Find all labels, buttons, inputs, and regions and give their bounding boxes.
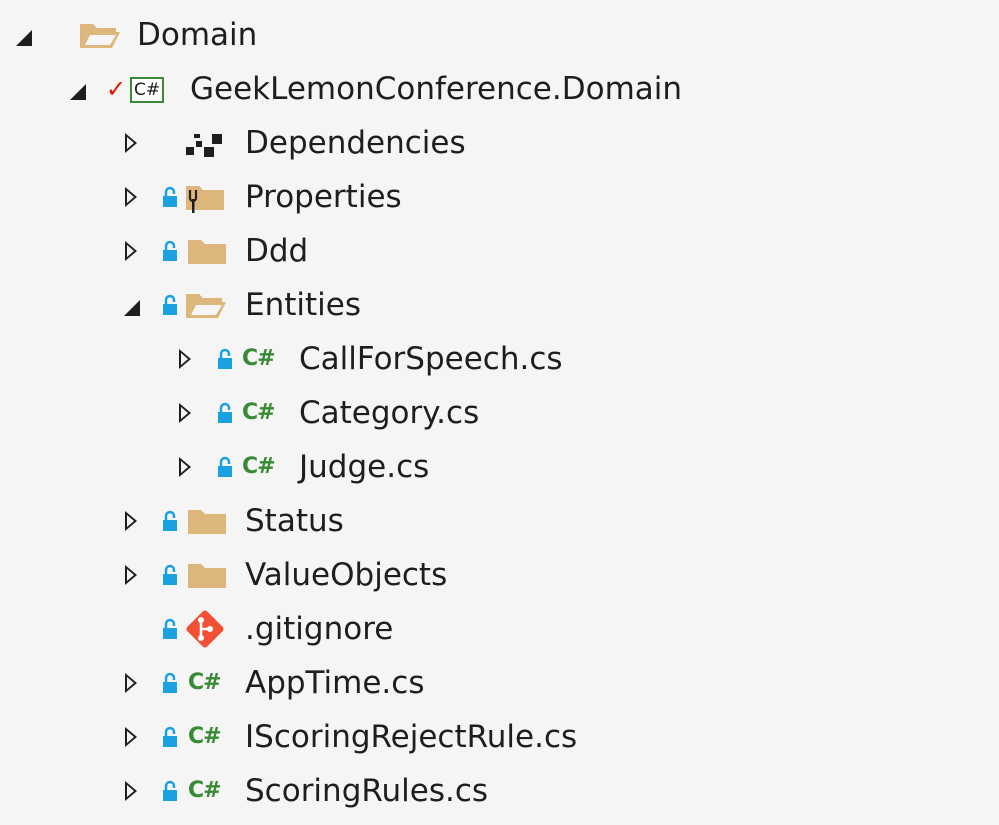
tree-row-callforspeech[interactable]: C# CallForSpeech.cs xyxy=(0,332,999,386)
tree-row-category[interactable]: C# Category.cs xyxy=(0,386,999,440)
csharp-file-icon: C# xyxy=(242,346,276,371)
lock-icon xyxy=(162,564,178,586)
csharp-file-icon: C# xyxy=(242,454,276,479)
lock-icon xyxy=(162,294,178,316)
csharp-file-icon: C# xyxy=(188,670,222,695)
tree-item-label: ValueObjects xyxy=(245,557,448,593)
triangle-collapsed-icon[interactable] xyxy=(125,133,137,153)
tree-row-apptime[interactable]: C# AppTime.cs xyxy=(0,656,999,710)
lock-icon xyxy=(162,186,178,208)
triangle-collapsed-icon[interactable] xyxy=(125,727,137,747)
csharp-project-icon: C# xyxy=(130,77,165,103)
tree-row-ddd[interactable]: Ddd xyxy=(0,224,999,278)
tree-row-properties[interactable]: Properties xyxy=(0,170,999,224)
tree-item-label: Judge.cs xyxy=(299,449,430,485)
triangle-collapsed-icon[interactable] xyxy=(125,187,137,207)
folder-open-icon xyxy=(184,290,228,328)
tree-row-judge[interactable]: C# Judge.cs xyxy=(0,440,999,494)
tree-item-label: ScoringRules.cs xyxy=(245,773,489,809)
triangle-collapsed-icon[interactable] xyxy=(125,673,137,693)
triangle-collapsed-icon[interactable] xyxy=(125,565,137,585)
tree-item-label: Category.cs xyxy=(299,395,480,431)
lock-icon xyxy=(162,510,178,532)
lock-icon xyxy=(162,780,178,802)
triangle-expanded-icon[interactable] xyxy=(124,300,140,316)
tree-row-status[interactable]: Status xyxy=(0,494,999,548)
dependencies-icon xyxy=(184,130,228,166)
tree-item-label: Domain xyxy=(137,17,258,53)
triangle-collapsed-icon[interactable] xyxy=(179,349,191,369)
tree-item-label: Ddd xyxy=(245,233,309,269)
tree-item-label: CallForSpeech.cs xyxy=(299,341,563,377)
lock-icon xyxy=(162,672,178,694)
folder-icon xyxy=(186,560,228,600)
checkmark-icon: ✓ xyxy=(106,75,127,103)
solution-explorer-tree: Domain ✓ C# GeekLemonConference.Domain D… xyxy=(0,0,999,825)
folder-icon xyxy=(186,506,228,546)
tree-row-scoringrules[interactable]: C# ScoringRules.cs xyxy=(0,764,999,818)
tree-item-label: Properties xyxy=(245,179,402,215)
tree-item-label: Entities xyxy=(245,287,361,323)
triangle-collapsed-icon[interactable] xyxy=(125,781,137,801)
csharp-file-icon: C# xyxy=(242,400,276,425)
csharp-file-icon: C# xyxy=(188,724,222,749)
tree-item-label: AppTime.cs xyxy=(245,665,425,701)
tree-item-label: GeekLemonConference.Domain xyxy=(190,71,683,107)
tree-item-label: Dependencies xyxy=(245,125,466,161)
lock-icon xyxy=(162,240,178,262)
git-icon xyxy=(184,608,226,658)
tree-row-entities[interactable]: Entities xyxy=(0,278,999,332)
lock-icon xyxy=(217,402,233,424)
triangle-collapsed-icon[interactable] xyxy=(179,457,191,477)
triangle-collapsed-icon[interactable] xyxy=(125,511,137,531)
folder-open-icon xyxy=(78,20,122,58)
triangle-expanded-icon[interactable] xyxy=(16,30,32,46)
lock-icon xyxy=(162,726,178,748)
triangle-collapsed-icon[interactable] xyxy=(125,241,137,261)
tree-item-label: IScoringRejectRule.cs xyxy=(245,719,578,755)
lock-icon xyxy=(217,348,233,370)
tree-row-dependencies[interactable]: Dependencies xyxy=(0,116,999,170)
triangle-expanded-icon[interactable] xyxy=(70,84,86,100)
csharp-file-icon: C# xyxy=(188,778,222,803)
tree-item-label: Status xyxy=(245,503,344,539)
folder-icon xyxy=(186,236,228,276)
tree-row-project[interactable]: ✓ C# GeekLemonConference.Domain xyxy=(0,62,999,116)
tree-row-gitignore[interactable]: .gitignore xyxy=(0,602,999,656)
tree-item-label: .gitignore xyxy=(245,611,394,647)
lock-icon xyxy=(162,618,178,640)
tree-row-valueobjects[interactable]: ValueObjects xyxy=(0,548,999,602)
properties-folder-icon xyxy=(184,182,226,222)
tree-row-domain-folder[interactable]: Domain xyxy=(0,8,999,62)
lock-icon xyxy=(217,456,233,478)
triangle-collapsed-icon[interactable] xyxy=(179,403,191,423)
tree-row-iscoringrejectrule[interactable]: C# IScoringRejectRule.cs xyxy=(0,710,999,764)
